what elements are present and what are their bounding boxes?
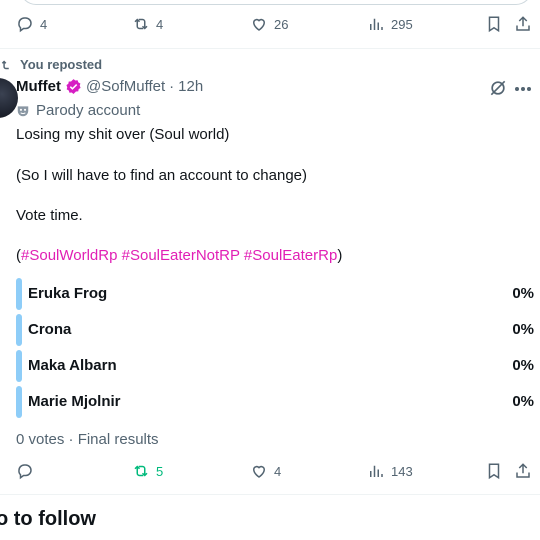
parody-text: Parody account xyxy=(36,102,141,119)
previous-tweet-actions: 4 4 26 295 xyxy=(0,15,540,39)
reply-count: 4 xyxy=(40,16,48,32)
poll-bar xyxy=(16,350,22,382)
poll-bar xyxy=(16,314,22,346)
grok-button[interactable] xyxy=(488,78,508,98)
views-button[interactable]: 295 xyxy=(367,15,413,33)
poll-option-label: Marie Mjolnir xyxy=(28,393,121,410)
poll-bar xyxy=(16,278,22,310)
repost-context: You reposted xyxy=(0,57,102,72)
view-count: 295 xyxy=(391,16,413,32)
repost-button[interactable]: 4 xyxy=(132,15,163,33)
more-icon xyxy=(515,87,531,91)
repost-icon xyxy=(134,18,148,30)
poll-option[interactable]: Marie Mjolnir 0% xyxy=(16,386,536,418)
parody-label: Parody account xyxy=(16,102,140,119)
poll-option-percent: 0% xyxy=(512,393,534,410)
like-icon xyxy=(252,18,266,31)
poll-option[interactable]: Crona 0% xyxy=(16,314,536,346)
close-paren: ) xyxy=(337,247,343,264)
like-button[interactable]: 4 xyxy=(250,462,281,480)
grok-icon xyxy=(490,80,506,96)
poll-option[interactable]: Eruka Frog 0% xyxy=(16,278,536,310)
like-icon xyxy=(252,465,266,478)
tweet-divider xyxy=(0,48,540,49)
bookmark-button[interactable] xyxy=(485,462,503,480)
views-icon xyxy=(370,18,383,30)
hashtag-souleaternotrp[interactable]: #SoulEaterNotRP xyxy=(122,247,240,264)
bookmark-icon xyxy=(488,16,500,33)
repost-context-label: You reposted xyxy=(20,57,103,72)
repost-count: 4 xyxy=(156,16,164,32)
poll-bar xyxy=(16,386,22,418)
poll-option-percent: 0% xyxy=(512,357,534,374)
share-button[interactable] xyxy=(514,15,532,33)
views-icon xyxy=(370,465,383,477)
reply-icon xyxy=(18,464,32,480)
bookmark-button[interactable] xyxy=(485,15,503,33)
share-icon xyxy=(516,463,530,478)
hashtag-souleaterrp[interactable]: #SoulEaterRp xyxy=(244,247,337,264)
tweet-text-line-3: Vote time. xyxy=(16,207,83,224)
like-count: 26 xyxy=(274,16,289,32)
reply-button[interactable]: 4 xyxy=(16,15,47,33)
repost-icon xyxy=(134,465,148,477)
tweet-text-line-1: Losing my shit over (Soul world) xyxy=(16,126,230,143)
poll-option-percent: 0% xyxy=(512,285,534,302)
display-name[interactable]: Muffet xyxy=(16,78,61,95)
like-button[interactable]: 26 xyxy=(250,15,288,33)
repost-small-icon xyxy=(1,59,9,69)
previous-card-edge xyxy=(20,0,532,5)
poll-option-label: Crona xyxy=(28,321,72,338)
verified-badge-icon[interactable] xyxy=(65,78,82,95)
share-button[interactable] xyxy=(514,462,532,480)
poll-option-label: Eruka Frog xyxy=(28,285,108,302)
repost-count: 5 xyxy=(156,463,164,479)
like-count: 4 xyxy=(274,463,282,479)
tweet-timestamp[interactable]: 12h xyxy=(178,78,203,95)
hashtag-line: (#SoulWorldRp #SoulEaterNotRP #SoulEater… xyxy=(16,246,342,266)
section-divider xyxy=(0,494,540,495)
parody-mask-icon xyxy=(17,105,29,116)
tweet-text-line-2: (So I will have to find an account to ch… xyxy=(16,167,308,184)
reply-icon xyxy=(18,17,32,33)
hashtag-soulworldrp[interactable]: #SoulWorldRp xyxy=(21,247,117,264)
reply-button[interactable] xyxy=(16,462,40,480)
header-separator: · xyxy=(169,78,175,95)
tweet-header: Muffet @SofMuffet · 12h xyxy=(16,78,203,95)
views-button[interactable]: 143 xyxy=(367,462,413,480)
user-handle[interactable]: @SofMuffet xyxy=(86,78,165,95)
share-icon xyxy=(516,16,530,31)
who-to-follow-heading: o to follow xyxy=(0,508,96,530)
poll-option-label: Maka Albarn xyxy=(28,357,117,374)
tweet-actions: 5 4 143 xyxy=(0,462,540,486)
poll-results-meta: 0 votes · Final results xyxy=(16,431,159,448)
repost-button[interactable]: 5 xyxy=(132,462,163,480)
poll-option-percent: 0% xyxy=(512,321,534,338)
poll-option[interactable]: Maka Albarn 0% xyxy=(16,350,536,382)
more-button[interactable] xyxy=(514,86,532,92)
bookmark-icon xyxy=(488,463,500,480)
view-count: 143 xyxy=(391,463,413,479)
